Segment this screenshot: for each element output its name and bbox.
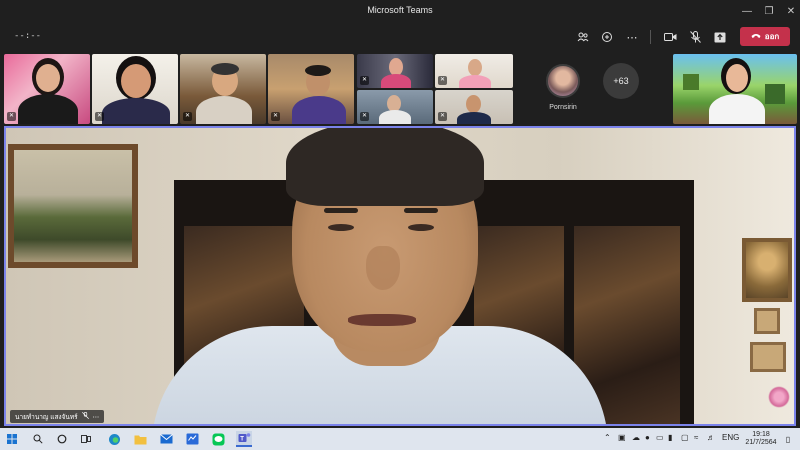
participant-video-tile[interactable]	[673, 54, 797, 124]
mic-muted-icon: ✕	[438, 76, 447, 85]
participant-body	[196, 96, 252, 124]
leave-button[interactable]: ออก	[740, 27, 790, 46]
clock-time: 19:18	[752, 431, 770, 438]
search-icon[interactable]	[30, 431, 46, 447]
mic-muted-icon: ✕	[438, 112, 447, 121]
mic-off-icon[interactable]	[684, 26, 706, 48]
participant-face	[468, 59, 482, 76]
tray-camera-icon[interactable]: ▭	[656, 433, 664, 442]
wall-small-frame	[754, 308, 780, 334]
participant-body	[459, 75, 491, 88]
wifi-icon[interactable]: ≈	[694, 433, 698, 442]
battery-icon[interactable]: ▮	[668, 433, 672, 442]
tray-app-icon[interactable]: ▣	[618, 433, 626, 442]
volume-icon[interactable]: ♬	[707, 433, 715, 442]
background-block	[765, 84, 785, 104]
speaker-brow	[404, 208, 438, 213]
mail-icon[interactable]	[158, 431, 174, 447]
participant-name: Pornsirin	[549, 104, 577, 111]
background-block	[683, 74, 699, 90]
participant-body	[379, 110, 411, 124]
more-options-icon[interactable]: ⋯	[93, 413, 100, 421]
speaker-nameplate: นายทำนาญ แสงจันทร์ ⋯	[10, 410, 105, 423]
speaker-name: นายทำนาญ แสงจันทร์	[15, 413, 78, 421]
participant-body	[18, 94, 78, 124]
participant-face	[36, 64, 60, 92]
participant-body	[381, 74, 411, 88]
participants-icon[interactable]	[572, 26, 594, 48]
taskbar-clock[interactable]: 19:18 21/7/2564	[742, 431, 780, 447]
participant-face	[466, 95, 481, 113]
close-icon[interactable]: ✕	[778, 0, 800, 22]
windows-start-icon[interactable]	[4, 431, 20, 447]
window-title: Microsoft Teams	[367, 5, 433, 15]
mic-muted-icon: ✕	[183, 112, 192, 121]
more-participants-button[interactable]: +63	[603, 63, 639, 99]
clock-date: 21/7/2564	[745, 439, 777, 446]
onedrive-icon[interactable]: ☁	[632, 433, 640, 442]
file-explorer-icon[interactable]	[132, 431, 148, 447]
speaker-nose	[366, 246, 400, 290]
participant-body	[102, 98, 170, 124]
participant-video-tile[interactable]: ✕	[180, 54, 266, 124]
participant-video-tile[interactable]: ✕	[357, 90, 433, 124]
windows-taskbar: T ⌃ ▣ ☁ ● ▭ ▮ ▢ ≈ ♬ ENG 19:18 21/7/2564 …	[0, 428, 800, 450]
participant-video-tile[interactable]: ✕	[4, 54, 90, 124]
participant-body	[709, 94, 765, 124]
phone-hangup-icon	[751, 32, 761, 41]
participant-hair	[211, 63, 239, 75]
main-video-stage[interactable]: นายทำนาญ แสงจันทร์ ⋯	[4, 126, 796, 426]
cortana-icon[interactable]	[54, 431, 70, 447]
toolbar-divider	[650, 30, 651, 44]
tray-chevron-icon[interactable]: ⌃	[604, 433, 611, 442]
share-icon[interactable]	[709, 26, 731, 48]
mic-muted-icon: ✕	[95, 112, 104, 121]
participant-video-tile[interactable]: ✕	[268, 54, 354, 124]
edge-icon[interactable]	[106, 431, 122, 447]
mic-muted-icon: ✕	[7, 112, 16, 121]
notifications-icon[interactable]: ▯	[782, 433, 794, 445]
participant-face	[121, 64, 151, 98]
participant-avatar[interactable]	[546, 64, 580, 98]
wall-portrait	[742, 238, 792, 302]
participant-video-tile[interactable]: ✕	[435, 54, 513, 88]
meeting-timer: --:--	[14, 31, 42, 41]
svg-text:T: T	[240, 437, 244, 443]
task-view-icon[interactable]	[78, 431, 94, 447]
participant-face	[726, 64, 748, 92]
more-options-icon[interactable]: ⋯	[621, 26, 643, 48]
sticky-icon[interactable]	[184, 431, 200, 447]
participant-video-tile[interactable]: ✕	[357, 54, 433, 88]
teams-icon[interactable]: T	[236, 431, 252, 447]
participant-hair	[305, 65, 331, 76]
tray-mic-icon[interactable]: ●	[645, 433, 650, 442]
wall-small-frame	[750, 342, 786, 372]
speaker-brow	[324, 208, 358, 213]
participant-body	[457, 112, 491, 124]
mic-muted-icon: ✕	[360, 112, 369, 121]
mic-muted-icon: ✕	[271, 112, 280, 121]
meeting-toolbar: --:-- ⋯ ออก	[0, 22, 800, 52]
share-tray-icon[interactable]	[596, 26, 618, 48]
title-bar: Microsoft Teams — ❐ ✕	[0, 0, 800, 22]
participant-strip: ✕ ✕ ✕ ✕ ✕ ✕ ✕ ✕	[0, 52, 800, 126]
mic-muted-icon: ✕	[360, 76, 369, 85]
line-icon[interactable]	[210, 431, 226, 447]
camera-icon[interactable]	[659, 26, 681, 48]
participant-body	[292, 96, 346, 124]
participant-video-tile[interactable]: ✕	[92, 54, 178, 124]
mic-muted-icon	[81, 411, 89, 421]
speaker-eye	[408, 224, 434, 231]
input-language[interactable]: ENG	[722, 433, 739, 442]
speaker-hair	[286, 128, 484, 206]
participant-video-tile[interactable]: ✕	[435, 90, 513, 124]
leave-button-label: ออก	[764, 32, 780, 41]
speaker-eye	[328, 224, 354, 231]
speaker-mouth	[348, 314, 416, 326]
display-icon[interactable]: ▢	[681, 433, 689, 442]
flower-vase	[768, 386, 790, 408]
wall-picture-frame	[8, 144, 138, 268]
